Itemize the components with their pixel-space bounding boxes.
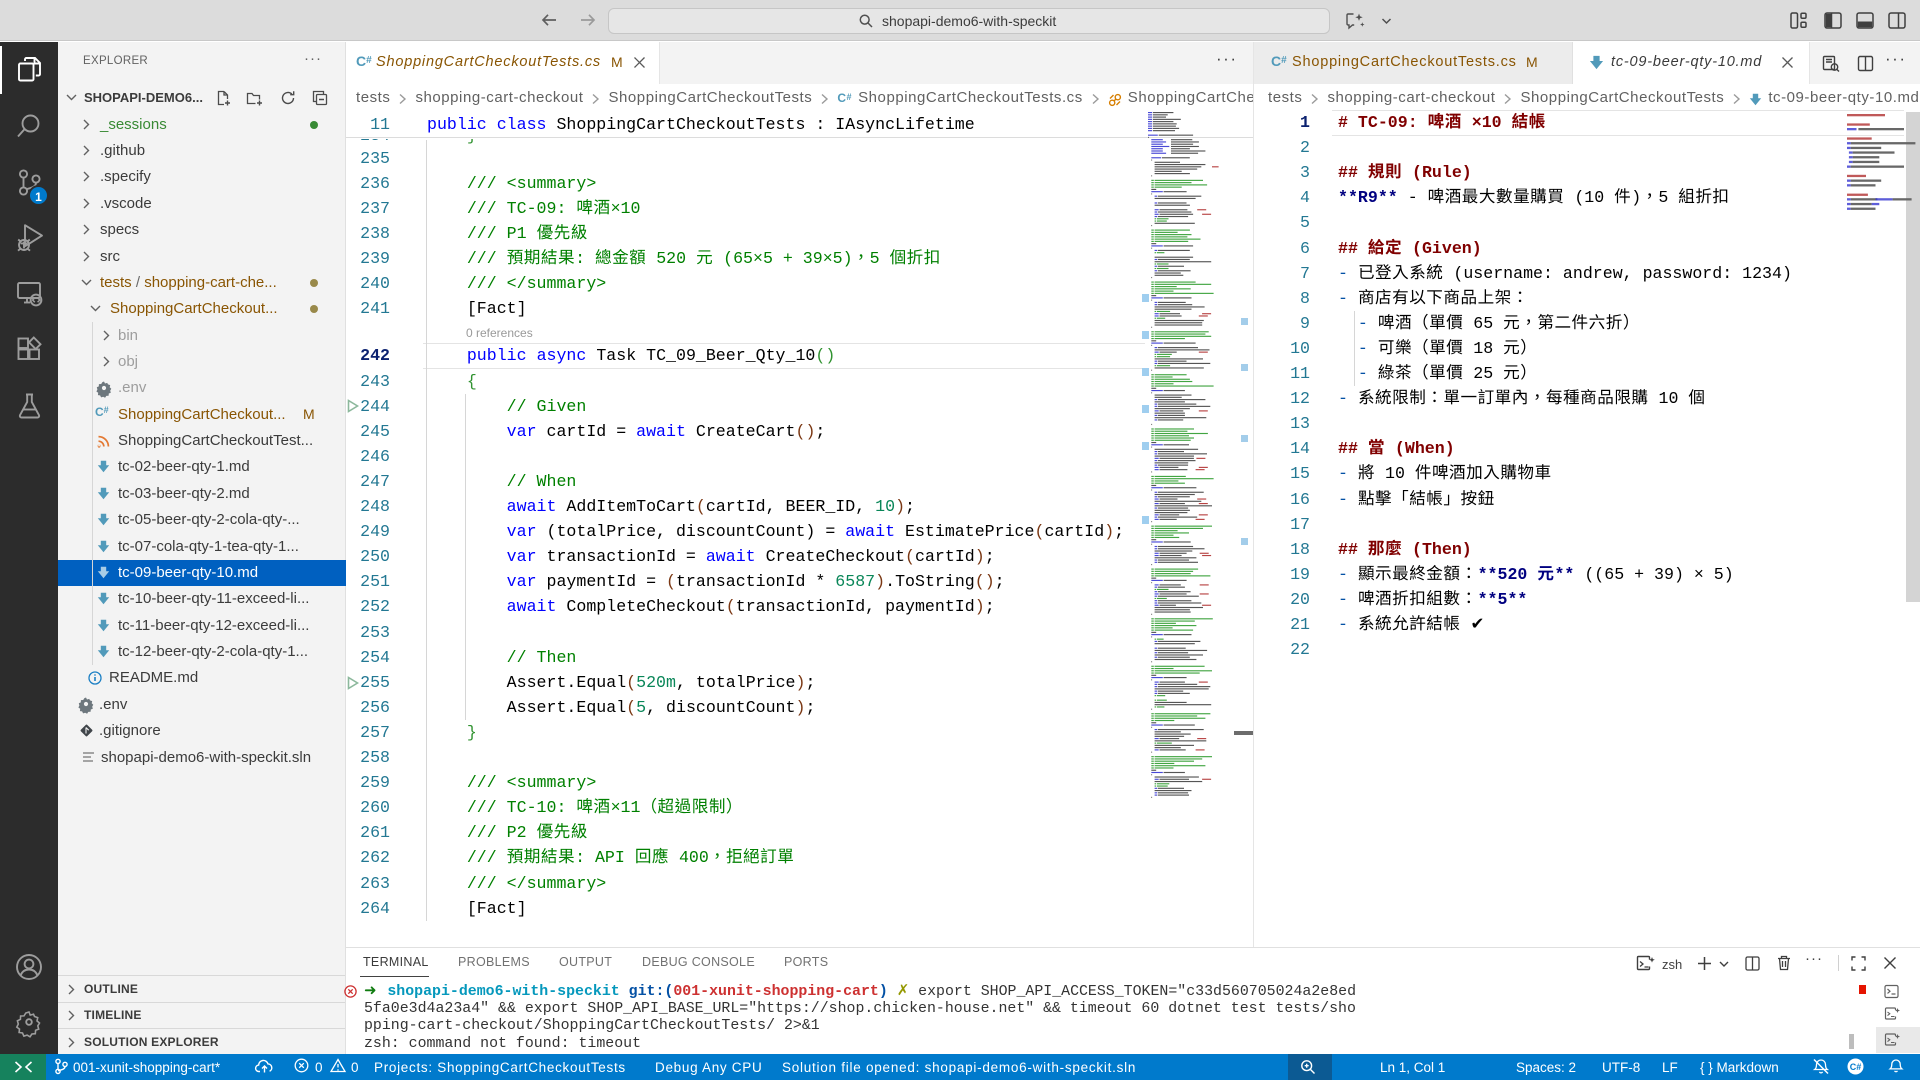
svg-text:C#: C# [1850,1062,1862,1072]
